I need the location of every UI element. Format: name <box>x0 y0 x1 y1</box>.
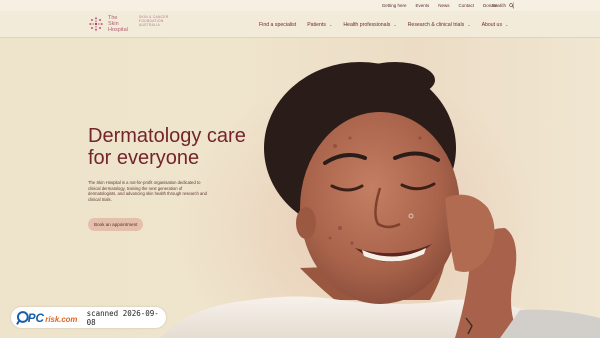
nav-item-health-professionals[interactable]: Health professionals ⌄ <box>343 22 396 28</box>
utility-link-news[interactable]: News <box>438 3 449 8</box>
hero-headline: Dermatology care for everyone <box>88 125 258 169</box>
nav-label: Patients <box>307 21 326 28</box>
search-button[interactable]: Search <box>492 3 514 8</box>
hero-section: Dermatology care for everyone The Skin H… <box>0 38 600 338</box>
pcrisk-brand-risk: risk.com <box>45 314 76 323</box>
nav-label: Health professionals <box>343 21 391 28</box>
utility-bar: Getting here Events News Contact Donate ♡… <box>0 0 600 11</box>
nav-label: Find a specialist <box>259 21 297 28</box>
nav-item-research[interactable]: Research & clinical trials ⌄ <box>408 22 471 28</box>
pcrisk-brand-pc: PC <box>28 311 45 324</box>
utility-link-events[interactable]: Events <box>415 3 429 8</box>
nav-label: About us <box>481 21 503 28</box>
hero-description: The Skin Hospital is a not-for-profit or… <box>88 180 207 203</box>
utility-link-contact[interactable]: Contact <box>458 3 474 8</box>
pcrisk-watermark: PC risk.com scanned 2026-09-08 <box>11 307 166 328</box>
logo-wordmark: The Skin Hospital <box>108 15 130 33</box>
main-nav: Find a specialist Patients ⌄ Health prof… <box>259 11 519 38</box>
nav-item-find-a-specialist[interactable]: Find a specialist <box>259 22 296 28</box>
site-logo[interactable]: The Skin Hospital <box>88 15 130 33</box>
nav-label: Research & clinical trials <box>407 21 465 28</box>
search-icon <box>509 3 514 8</box>
flower-logo-icon <box>89 17 103 31</box>
foundation-tagline: SKIN & CANCER FOUNDATION AUSTRALIA <box>139 15 173 28</box>
logo-line-hospital: Hospital <box>108 27 128 33</box>
headline-line-2: for everyone <box>88 147 200 169</box>
nav-item-about-us[interactable]: About us ⌄ <box>482 22 509 28</box>
pcrisk-logo-icon: PC risk.com <box>16 310 77 324</box>
chevron-down-icon: ⌄ <box>328 22 333 27</box>
utility-link-getting-here[interactable]: Getting here <box>382 3 407 8</box>
scan-stamp: scanned 2026-09-08 <box>86 308 159 327</box>
search-label: Search <box>491 3 506 8</box>
chevron-down-icon: ⌄ <box>467 22 471 27</box>
tagline-line-3: AUSTRALIA <box>139 23 161 28</box>
chevron-down-icon: ⌄ <box>505 22 509 27</box>
chevron-down-icon: ⌄ <box>393 22 397 27</box>
nav-item-patients[interactable]: Patients ⌄ <box>307 22 332 28</box>
book-appointment-button[interactable]: Book an appointment <box>88 218 144 231</box>
headline-line-1: Dermatology care <box>88 125 246 147</box>
site-header: The Skin Hospital SKIN & CANCER FOUNDATI… <box>0 11 600 38</box>
